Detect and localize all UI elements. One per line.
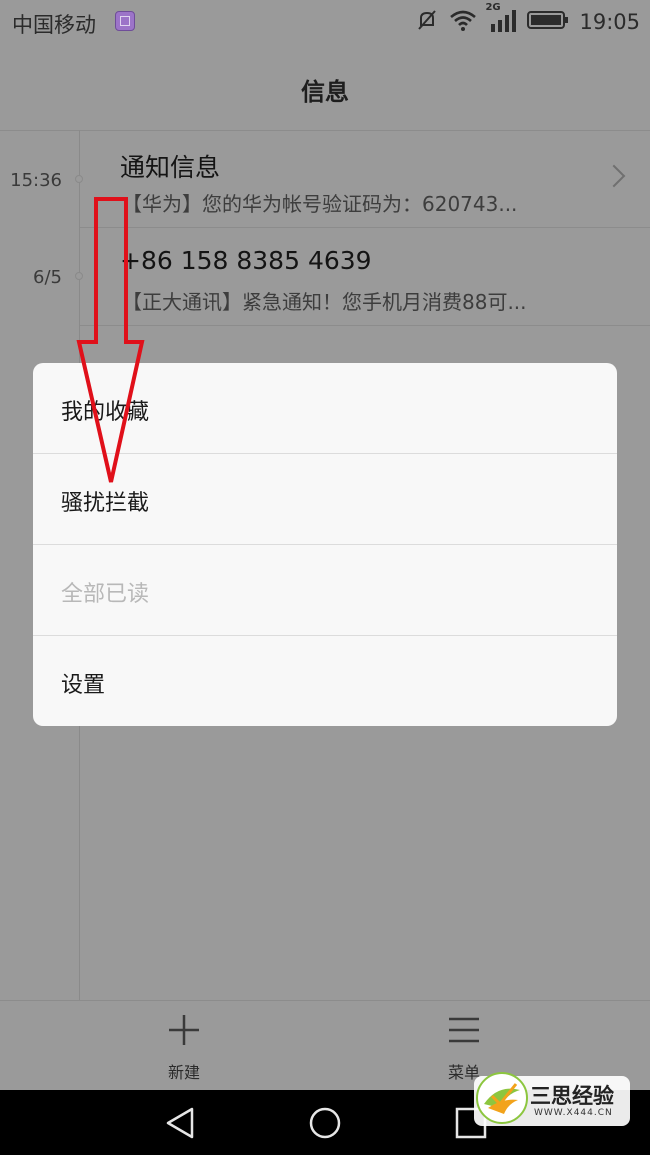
conversation-row[interactable]: 通知信息 【华为】您的华为帐号验证码为：620743...	[80, 130, 650, 228]
conversation-row[interactable]: +86 158 8385 4639 【正大通讯】紧急通知！您手机月消费88可..…	[80, 228, 650, 326]
new-message-label: 新建	[167, 1063, 200, 1082]
annotation-arrow-icon	[76, 197, 145, 483]
screenshot-icon	[115, 11, 135, 31]
conversation-title: 通知信息	[120, 153, 221, 182]
status-icons: 2G 19:05	[405, 2, 640, 37]
conversation-preview: 【华为】您的华为帐号验证码为：620743...	[122, 192, 518, 216]
menu-item-label: 骚扰拦截	[61, 491, 150, 516]
menu-item-label: 设置	[61, 673, 106, 698]
back-icon[interactable]	[164, 1106, 198, 1140]
signal-icon: 2G	[485, 2, 517, 37]
conversation-title: +86 158 8385 4639	[120, 246, 372, 275]
plus-icon	[169, 1015, 199, 1045]
menu-item-mark-all-read: 全部已读	[33, 545, 617, 636]
battery-icon	[527, 10, 569, 35]
network-type: 2G	[485, 1, 501, 13]
site-watermark: 三思经验 WWW.X444.CN	[474, 1066, 634, 1130]
conversation-time: 15:36	[10, 170, 62, 191]
menu-item-label: 全部已读	[61, 582, 150, 607]
page-title: 信息	[301, 78, 349, 106]
menu-icon	[449, 1017, 479, 1043]
watermark-title: 三思经验	[530, 1084, 614, 1108]
carrier-name: 中国移动	[12, 13, 96, 37]
mute-icon	[415, 8, 439, 37]
title-bar: 信息	[0, 46, 650, 131]
status-time: 19:05	[579, 10, 640, 34]
watermark-logo-icon	[476, 1072, 528, 1124]
wifi-icon	[449, 9, 477, 36]
home-icon[interactable]	[308, 1106, 342, 1140]
menu-item-settings[interactable]: 设置	[33, 636, 617, 726]
chevron-right-icon	[602, 164, 626, 188]
new-message-button[interactable]: 新建	[134, 1013, 234, 1083]
watermark-url: WWW.X444.CN	[534, 1108, 613, 1118]
conversation-preview: 【正大通讯】紧急通知！您手机月消费88可...	[122, 290, 527, 314]
conversation-time: 6/5	[33, 267, 62, 288]
messages-screen: 中国移动 2G 19:05 信息 15:36 通知信息 【华为】您的华为帐号验证…	[0, 0, 650, 1155]
status-bar: 中国移动 2G 19:05	[0, 0, 650, 46]
